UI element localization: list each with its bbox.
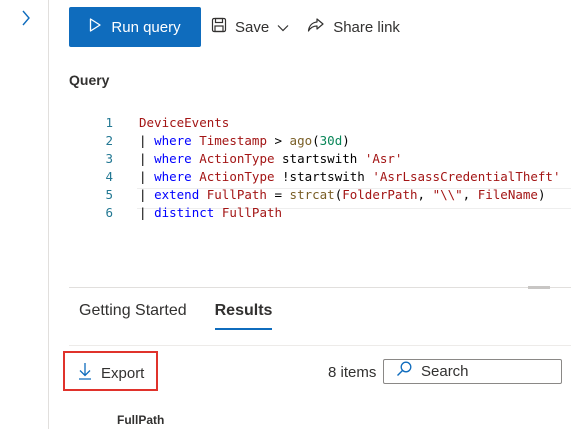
run-query-label: Run query <box>111 18 181 36</box>
code-token: ActionType <box>199 169 275 184</box>
code-token: 30d <box>319 133 343 148</box>
export-button[interactable]: Export <box>78 362 144 384</box>
results-divider <box>69 345 571 346</box>
code-text: | where ActionType !startswith 'AsrLsass… <box>139 168 561 186</box>
results-tabs: Getting Started Results <box>79 302 272 330</box>
code-token: distinct <box>154 205 215 220</box>
code-token: extend <box>154 187 200 202</box>
export-label: Export <box>101 364 145 382</box>
save-label: Save <box>235 18 270 36</box>
code-text: | distinct FullPath <box>139 204 282 222</box>
code-token: where <box>154 151 192 166</box>
code-text: DeviceEvents <box>139 114 229 132</box>
code-token: FullPath <box>221 205 283 220</box>
search-input[interactable] <box>421 363 551 380</box>
code-token: DeviceEvents <box>139 115 230 130</box>
code-token: 'Asr' <box>364 151 403 166</box>
code-text: | where Timestamp > ago(30d) <box>139 132 350 150</box>
share-link-label: Share link <box>333 18 400 36</box>
line-number: 5 <box>105 187 113 202</box>
code-token: | <box>139 169 155 184</box>
code-text: | extend FullPath = strcat(FolderPath, "… <box>139 186 545 204</box>
code-token: ) <box>537 187 546 202</box>
tab-getting-started[interactable]: Getting Started <box>79 302 187 330</box>
code-token: FullPath <box>206 187 267 202</box>
code-token: | <box>139 133 155 148</box>
code-line: 6 | distinct FullPath <box>69 204 571 222</box>
code-token: ( <box>312 133 320 148</box>
code-token: , <box>462 187 478 202</box>
line-number: 4 <box>105 169 113 184</box>
code-token: where <box>154 169 192 184</box>
code-token: = <box>266 187 290 202</box>
save-button[interactable]: Save <box>211 7 289 47</box>
code-token: | <box>139 205 155 220</box>
code-token: where <box>154 133 192 148</box>
save-icon <box>211 17 227 37</box>
line-number: 3 <box>105 151 113 166</box>
download-icon <box>78 362 92 384</box>
left-navigation-rail <box>0 0 49 429</box>
run-query-button[interactable]: Run query <box>69 7 201 47</box>
code-token: | <box>139 187 155 202</box>
code-token: , <box>417 187 433 202</box>
query-section-label: Query <box>69 72 110 88</box>
code-token: > <box>266 133 290 148</box>
code-token: | <box>139 151 155 166</box>
chevron-down-icon[interactable] <box>277 19 289 36</box>
search-icon <box>396 361 412 382</box>
tab-results[interactable]: Results <box>214 302 272 330</box>
code-token: Timestamp <box>199 133 267 148</box>
share-icon <box>307 17 325 37</box>
code-token: ActionType <box>199 151 275 166</box>
code-line: 5 | extend FullPath = strcat(FolderPath, … <box>69 186 571 204</box>
query-toolbar: Run query Save Share link <box>69 7 400 47</box>
line-number: 1 <box>105 115 113 130</box>
play-icon <box>89 18 102 36</box>
code-token: 'AsrLsassCredentialTheft' <box>372 169 561 184</box>
expand-chevron-icon[interactable] <box>16 8 36 28</box>
code-line: 4 | where ActionType !startswith 'AsrLsas… <box>69 168 571 186</box>
search-box[interactable] <box>383 359 562 384</box>
code-token: ago <box>289 133 313 148</box>
line-number: 2 <box>105 133 113 148</box>
pane-splitter <box>69 287 571 288</box>
code-line: 3 | where ActionType startswith 'Asr' <box>69 150 571 168</box>
code-text: | where ActionType startswith 'Asr' <box>139 150 402 168</box>
code-token: strcat <box>289 187 335 202</box>
code-token: !startswith <box>274 169 373 184</box>
item-count: 8 items <box>328 364 377 381</box>
code-token: startswith <box>274 151 365 166</box>
query-editor[interactable]: 1 DeviceEvents 2 | where Timestamp > ago(30… <box>69 110 571 280</box>
splitter-handle[interactable] <box>528 286 550 289</box>
code-line: 1 DeviceEvents <box>69 114 571 132</box>
code-token: "\\" <box>432 187 463 202</box>
code-line: 2 | where Timestamp > ago(30d) <box>69 132 571 150</box>
column-header-fullpath[interactable]: FullPath <box>117 413 164 427</box>
share-link-button[interactable]: Share link <box>307 7 400 47</box>
code-token: FileName <box>477 187 538 202</box>
code-token: FolderPath <box>342 187 418 202</box>
line-number: 6 <box>105 205 113 220</box>
code-token: ) <box>342 133 350 148</box>
